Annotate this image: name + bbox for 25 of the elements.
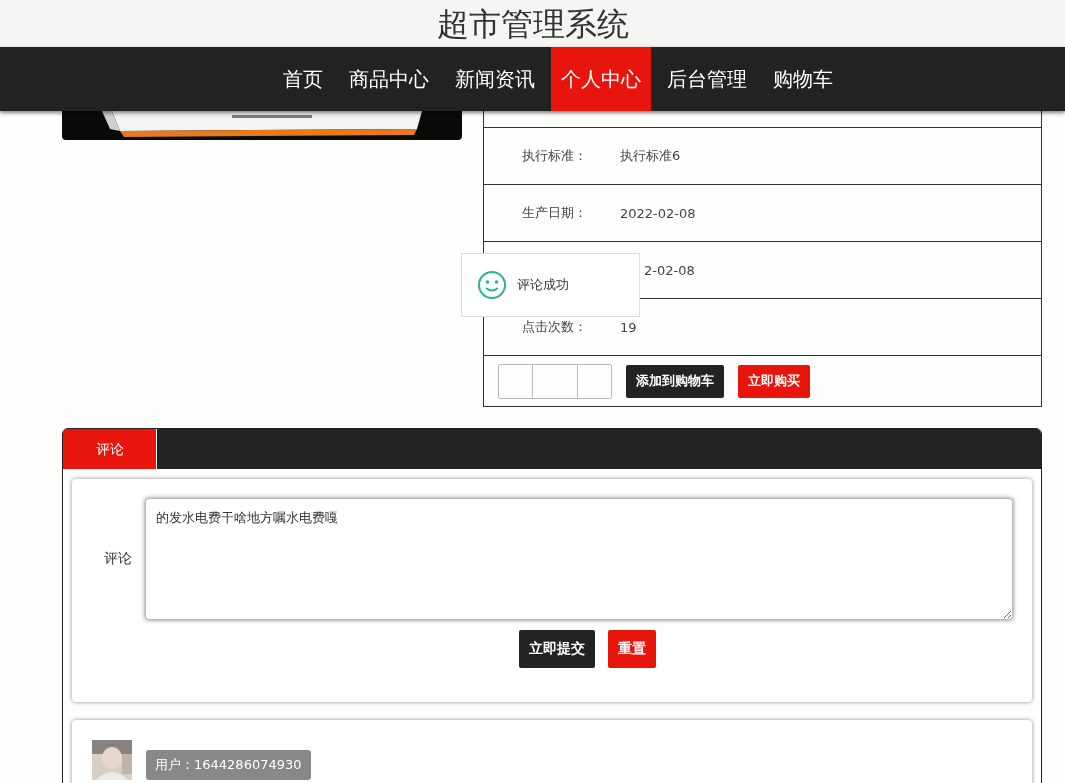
field-label: 生产日期： [521, 204, 588, 222]
nav-item[interactable]: 商品中心 [338, 47, 439, 111]
nav-item[interactable]: 首页 [272, 47, 333, 111]
comment-input[interactable]: 的发水电费干啥地方嘱水电费嘎 [145, 498, 1013, 620]
field-label: 点击次数： [521, 318, 588, 336]
comment-label: 评论 [103, 550, 132, 568]
site-title: 超市管理系统 [436, 7, 629, 40]
toast-message: 评论成功 [517, 276, 569, 294]
action-button[interactable]: 添加到购物车 [626, 364, 724, 398]
action-button[interactable]: 立即购买 [738, 364, 810, 398]
form-button[interactable]: 重置 [607, 630, 656, 668]
field-value: 执行标准6 [620, 147, 681, 165]
nav-item[interactable]: 购物车 [762, 47, 843, 111]
field-value: 19 [620, 319, 637, 335]
nav-item[interactable]: 后台管理 [656, 47, 757, 111]
field-value: 2-02-08 [644, 262, 695, 278]
comments-tab[interactable]: 评论 [63, 429, 157, 469]
form-button[interactable]: 立即提交 [518, 630, 595, 668]
field-label: 执行标准： [521, 147, 588, 165]
nav-item[interactable]: 新闻资讯 [444, 47, 545, 111]
user-badge: 用户：1644286074930 [146, 750, 311, 780]
nav-item[interactable]: 个人中心 [550, 47, 651, 111]
field-value: 2022-02-08 [620, 205, 696, 221]
quantity-stepper[interactable] [498, 363, 612, 399]
smiley-icon [477, 270, 507, 300]
